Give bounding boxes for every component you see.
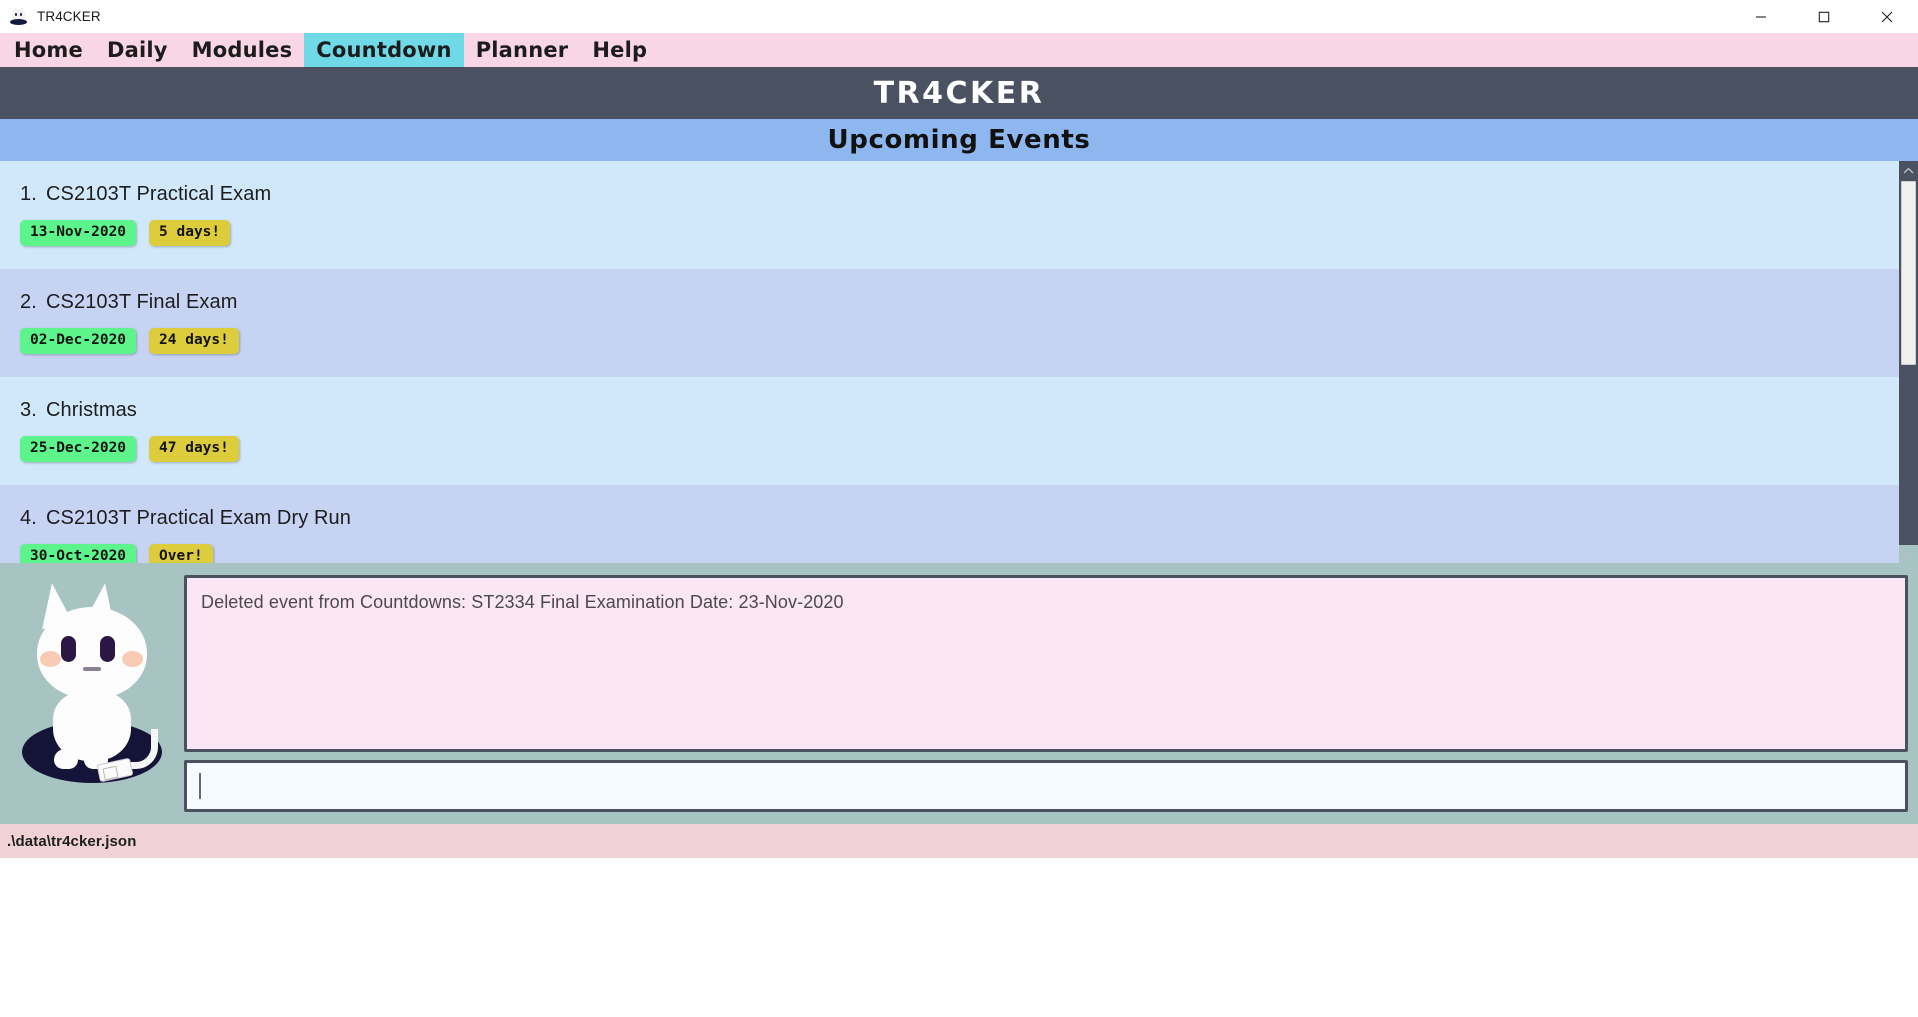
close-icon [1881, 11, 1892, 22]
mascot-pane [0, 563, 184, 824]
event-badges: 02-Dec-2020 24 days! [20, 328, 1918, 354]
event-name: CS2103T Final Exam [46, 291, 238, 313]
chevron-up-icon [1903, 167, 1914, 174]
window-controls [1729, 0, 1918, 33]
cat-mascot-illustration [10, 579, 174, 799]
upcoming-events-list[interactable]: 1. CS2103T Practical Exam 13-Nov-2020 5 d… [0, 161, 1918, 563]
titlebar-left-group: TR4CKER [0, 7, 101, 26]
event-list-item[interactable]: 2. CS2103T Final Exam 02-Dec-2020 24 days… [0, 269, 1918, 377]
event-title-row: 4. CS2103T Practical Exam Dry Run [20, 507, 1918, 530]
section-header-title: Upcoming Events [827, 125, 1091, 155]
close-button[interactable] [1855, 0, 1918, 33]
maximize-button[interactable] [1792, 0, 1855, 33]
event-title-row: 1. CS2103T Practical Exam [20, 183, 1918, 206]
scrollbar-thumb[interactable] [1901, 181, 1916, 365]
event-countdown-badge: Over! [149, 544, 213, 563]
event-badges: 13-Nov-2020 5 days! [20, 220, 1918, 246]
event-date-badge: 02-Dec-2020 [20, 328, 137, 354]
save-location-path: .\data\tr4cker.json [7, 832, 137, 850]
menu-item-countdown[interactable]: Countdown [304, 33, 464, 67]
menu-item-home[interactable]: Home [0, 33, 95, 67]
section-header: Upcoming Events [0, 119, 1918, 161]
event-list-item[interactable]: 3. Christmas 25-Dec-2020 47 days! [0, 377, 1918, 485]
menu-item-daily[interactable]: Daily [95, 33, 180, 67]
event-badges: 30-Oct-2020 Over! [20, 544, 1918, 563]
statusbar: .\data\tr4cker.json [0, 824, 1918, 858]
minimize-button[interactable] [1729, 0, 1792, 33]
events-vertical-scrollbar[interactable] [1899, 161, 1918, 563]
event-date-badge: 30-Oct-2020 [20, 544, 137, 563]
maximize-icon [1818, 11, 1829, 22]
app-banner: TR4CKER [0, 67, 1918, 119]
menu-item-modules[interactable]: Modules [180, 33, 305, 67]
event-date-badge: 25-Dec-2020 [20, 436, 137, 462]
minimize-icon [1755, 15, 1766, 18]
event-countdown-badge: 5 days! [149, 220, 231, 246]
window-title: TR4CKER [37, 9, 101, 24]
window-titlebar: TR4CKER [0, 0, 1918, 33]
event-name: CS2103T Practical Exam Dry Run [46, 507, 351, 529]
event-index: 2. [20, 291, 37, 313]
scroll-down-button[interactable] [1899, 545, 1918, 563]
event-name: CS2103T Practical Exam [46, 183, 272, 205]
text-caret [199, 773, 201, 799]
app-banner-title: TR4CKER [873, 75, 1045, 111]
event-index: 3. [20, 399, 37, 421]
scroll-up-button[interactable] [1899, 161, 1918, 179]
event-countdown-badge: 24 days! [149, 328, 239, 354]
event-index: 1. [20, 183, 37, 205]
event-title-row: 3. Christmas [20, 399, 1918, 422]
chevron-down-icon [1903, 551, 1914, 558]
event-badges: 25-Dec-2020 47 days! [20, 436, 1918, 462]
event-date-badge: 13-Nov-2020 [20, 220, 137, 246]
event-list-item[interactable]: 1. CS2103T Practical Exam 13-Nov-2020 5 d… [0, 161, 1918, 269]
result-display-box: Deleted event from Countdowns: ST2334 Fi… [184, 575, 1908, 752]
event-name: Christmas [46, 399, 137, 421]
menu-item-help[interactable]: Help [580, 33, 659, 67]
event-countdown-badge: 47 days! [149, 436, 239, 462]
menubar: Home Daily Modules Countdown Planner Hel… [0, 33, 1918, 67]
bottom-pane: Deleted event from Countdowns: ST2334 Fi… [0, 563, 1918, 824]
menu-item-planner[interactable]: Planner [464, 33, 581, 67]
cat-mascot-icon [9, 7, 28, 26]
event-list-item[interactable]: 4. CS2103T Practical Exam Dry Run 30-Oct-… [0, 485, 1918, 563]
command-input-box[interactable] [184, 760, 1908, 812]
io-pane: Deleted event from Countdowns: ST2334 Fi… [184, 563, 1918, 824]
event-title-row: 2. CS2103T Final Exam [20, 291, 1918, 314]
event-index: 4. [20, 507, 37, 529]
result-display-text: Deleted event from Countdowns: ST2334 Fi… [201, 592, 844, 612]
